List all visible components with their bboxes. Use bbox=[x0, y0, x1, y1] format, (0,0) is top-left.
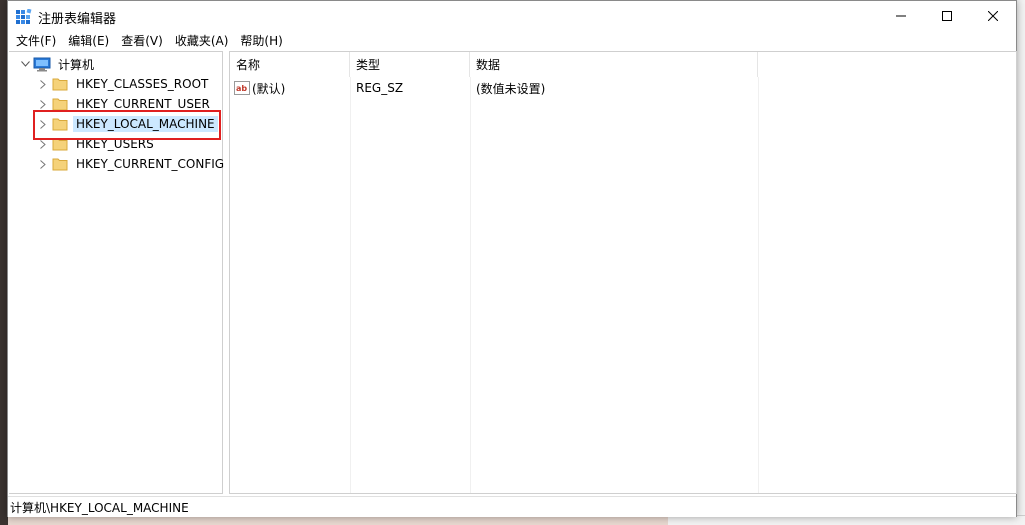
maximize-icon bbox=[942, 11, 952, 21]
menu-file[interactable]: 文件(F) bbox=[10, 31, 62, 51]
tree-label: HKEY_CURRENT_CONFIG bbox=[76, 157, 225, 171]
column-divider bbox=[758, 77, 759, 493]
maximize-button[interactable] bbox=[924, 1, 970, 31]
chevron-right-icon[interactable] bbox=[35, 74, 51, 94]
value-data: (数值未设置) bbox=[476, 81, 546, 96]
string-value-icon: ab bbox=[234, 81, 250, 95]
column-header-name[interactable]: 名称 bbox=[230, 52, 350, 77]
menu-favorites[interactable]: 收藏夹(A) bbox=[169, 31, 235, 51]
column-divider bbox=[350, 77, 351, 493]
close-button[interactable] bbox=[970, 1, 1016, 31]
value-list-pane[interactable]: 名称 类型 数据 ab (默认) REG_SZ (数值未设置) bbox=[229, 51, 1017, 494]
column-header-data[interactable]: 数据 bbox=[470, 52, 758, 77]
value-name: (默认) bbox=[252, 81, 286, 96]
close-icon bbox=[988, 11, 998, 21]
minimize-icon bbox=[896, 15, 906, 17]
value-name-cell: ab (默认) bbox=[234, 78, 285, 98]
svg-text:ab: ab bbox=[236, 84, 247, 93]
tree-label-selected: HKEY_LOCAL_MACHINE bbox=[73, 116, 218, 132]
title-bar[interactable]: 注册表编辑器 bbox=[8, 1, 1016, 31]
status-bar: 计算机\HKEY_LOCAL_MACHINE bbox=[8, 496, 1016, 517]
column-divider bbox=[470, 77, 471, 493]
chevron-down-icon[interactable] bbox=[17, 54, 33, 74]
folder-icon bbox=[51, 156, 69, 172]
key-tree-pane[interactable]: 计算机 HKEY_CLASSES_ROOT HKEY_CURRENT_USER … bbox=[9, 51, 224, 494]
minimize-button[interactable] bbox=[878, 1, 924, 31]
window-title: 注册表编辑器 bbox=[38, 12, 117, 27]
tree-label: HKEY_USERS bbox=[76, 137, 154, 151]
registry-app-icon bbox=[16, 8, 32, 25]
folder-icon bbox=[51, 116, 69, 132]
tree-item-hkey-current-config[interactable]: HKEY_CURRENT_CONFIG bbox=[35, 154, 227, 174]
tree-item-hkey-current-user[interactable]: HKEY_CURRENT_USER bbox=[35, 94, 213, 114]
tree-item-hkey-classes-root[interactable]: HKEY_CLASSES_ROOT bbox=[35, 74, 211, 94]
chevron-right-icon[interactable] bbox=[35, 154, 51, 174]
tree-item-hkey-users[interactable]: HKEY_USERS bbox=[35, 134, 157, 154]
table-row[interactable]: ab (默认) REG_SZ (数值未设置) bbox=[230, 78, 1016, 98]
tree-item-hkey-local-machine[interactable]: HKEY_LOCAL_MACHINE bbox=[35, 114, 218, 134]
background-right-window bbox=[1017, 0, 1025, 525]
menu-help[interactable]: 帮助(H) bbox=[234, 31, 288, 51]
value-type: REG_SZ bbox=[356, 81, 404, 95]
tree-item-computer[interactable]: 计算机 bbox=[17, 54, 97, 74]
menu-view[interactable]: 查看(V) bbox=[115, 31, 169, 51]
folder-icon bbox=[51, 96, 69, 112]
folder-icon bbox=[51, 76, 69, 92]
chevron-right-icon[interactable] bbox=[35, 94, 51, 114]
chevron-right-icon[interactable] bbox=[35, 134, 51, 154]
registry-editor-window: 注册表编辑器 文件(F) 编辑(E) 查看(V) 收藏夹(A) 帮助(H) 计算… bbox=[7, 0, 1017, 517]
tree-label-computer: 计算机 bbox=[58, 57, 95, 72]
folder-icon bbox=[51, 136, 69, 152]
tree-label: HKEY_CURRENT_USER bbox=[76, 97, 210, 111]
menu-edit[interactable]: 编辑(E) bbox=[62, 31, 115, 51]
computer-icon bbox=[33, 56, 51, 72]
column-header-type[interactable]: 类型 bbox=[350, 52, 470, 77]
status-path: 计算机\HKEY_LOCAL_MACHINE bbox=[10, 500, 189, 515]
menu-bar: 文件(F) 编辑(E) 查看(V) 收藏夹(A) 帮助(H) bbox=[8, 31, 1016, 51]
tree-label: HKEY_CLASSES_ROOT bbox=[76, 77, 209, 91]
chevron-right-icon[interactable] bbox=[35, 114, 51, 134]
